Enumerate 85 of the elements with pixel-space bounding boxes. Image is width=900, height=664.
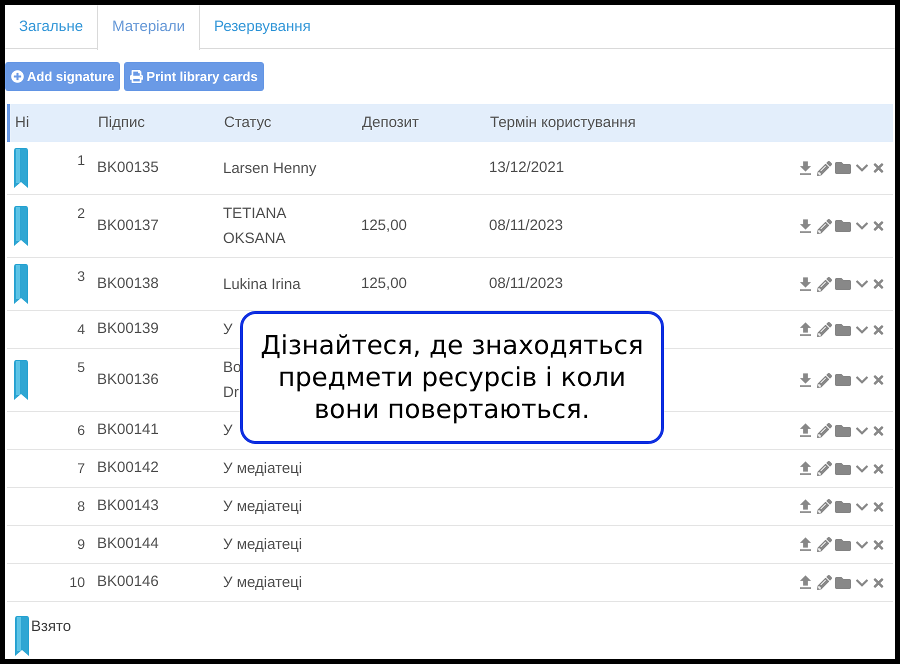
tab[interactable]: Загальне (5, 5, 98, 49)
row-number: 10 (68, 573, 85, 592)
table-cell: 125,00 (361, 274, 407, 292)
bookmark-icon (14, 206, 28, 246)
edit-icon[interactable] (817, 276, 832, 292)
table-cell-text: Larsen Henny (223, 158, 318, 178)
edit-icon[interactable] (817, 218, 832, 234)
legend-label: Взято (31, 617, 72, 637)
table-cell-text: BK00137 (97, 216, 160, 236)
edit-icon[interactable] (817, 160, 832, 176)
table-cell: 08/11/2023 (489, 274, 563, 292)
edit-icon[interactable] (817, 423, 832, 438)
table-cell-text: У (223, 421, 234, 441)
close-icon[interactable] (872, 500, 885, 514)
row-number: 8 (76, 497, 85, 516)
print-cards-button[interactable]: Print library cards (124, 62, 264, 91)
folder-icon[interactable] (834, 498, 852, 514)
folder-icon[interactable] (834, 372, 852, 388)
close-icon[interactable] (872, 576, 885, 590)
table-cell-text: BK00143 (97, 496, 160, 516)
table-cell: 13/12/2021 (489, 158, 564, 176)
table-cell: 125,00 (361, 216, 407, 234)
edit-icon[interactable] (817, 372, 832, 388)
folder-icon[interactable] (834, 574, 852, 590)
row-number: 1 (76, 151, 85, 170)
table-cell-text: OKSANA (223, 229, 287, 249)
edit-icon[interactable] (817, 499, 832, 514)
table-cell-text: BK00144 (97, 534, 160, 554)
column-header: Депозит (362, 112, 420, 133)
edit-icon[interactable] (817, 537, 832, 552)
close-icon[interactable] (872, 462, 885, 476)
row-number: 7 (76, 459, 85, 478)
table-cell-text: Lukina Irina (223, 274, 302, 294)
folder-icon[interactable] (834, 322, 852, 338)
close-icon[interactable] (872, 219, 885, 233)
table-cell-text: BK00141 (97, 420, 160, 440)
row-number: 9 (76, 535, 85, 554)
edit-icon[interactable] (817, 575, 832, 590)
table-cell-text: BK00135 (97, 158, 160, 178)
folder-icon[interactable] (834, 536, 852, 552)
plus-icon (11, 70, 24, 83)
folder-icon[interactable] (834, 276, 852, 292)
bookmark-icon (15, 616, 29, 656)
close-icon[interactable] (872, 538, 885, 552)
folder-icon[interactable] (834, 160, 852, 176)
column-header: Статус (224, 112, 272, 133)
row-number: 3 (76, 267, 85, 286)
table-cell-text: BK00142 (97, 458, 160, 478)
row-number: 2 (76, 204, 85, 223)
table-cell-text: BK00139 (97, 319, 160, 340)
close-icon[interactable] (872, 161, 885, 175)
table-cell-text: TETIANA (223, 204, 288, 224)
edit-icon[interactable] (817, 322, 832, 337)
callout: Дізнайтеся, де знаходяться предмети ресурсів і коли вони повертаються. (240, 311, 664, 444)
table-cell-text: У медіатеці (223, 497, 304, 517)
add-signature-button[interactable]: Add signature (5, 62, 120, 91)
close-icon[interactable] (872, 277, 885, 291)
bookmark-icon (14, 360, 28, 400)
table-cell-text: У медіатеці (223, 459, 304, 479)
row-number: 4 (76, 320, 85, 339)
tab[interactable]: Матеріали (97, 5, 200, 50)
row-number: 5 (76, 358, 85, 377)
printer-icon (130, 70, 144, 83)
table-cell-text: BK00138 (97, 274, 160, 294)
table-cell-text: У (223, 320, 234, 340)
column-header: Ні (14, 112, 30, 133)
folder-icon[interactable] (834, 422, 852, 438)
row-number: 6 (76, 421, 85, 440)
column-header: Підпис (98, 112, 146, 133)
folder-icon[interactable] (834, 218, 852, 234)
bookmark-icon (14, 264, 28, 304)
close-icon[interactable] (872, 322, 885, 336)
tab[interactable]: Резервування (200, 5, 325, 49)
folder-icon[interactable] (834, 460, 852, 476)
close-icon[interactable] (872, 424, 885, 438)
table-cell: 08/11/2023 (489, 216, 563, 234)
bookmark-icon (14, 148, 28, 188)
table-cell-text: У медіатеці (223, 535, 304, 555)
column-header: Термін користування (490, 112, 636, 133)
table-cell-text: Bo (223, 358, 242, 378)
table-cell-text: BK00146 (97, 572, 160, 592)
table-cell-text: У медіатеці (223, 573, 304, 593)
edit-icon[interactable] (817, 461, 832, 476)
close-icon[interactable] (872, 373, 885, 387)
table-cell-text: BK00136 (97, 370, 160, 390)
